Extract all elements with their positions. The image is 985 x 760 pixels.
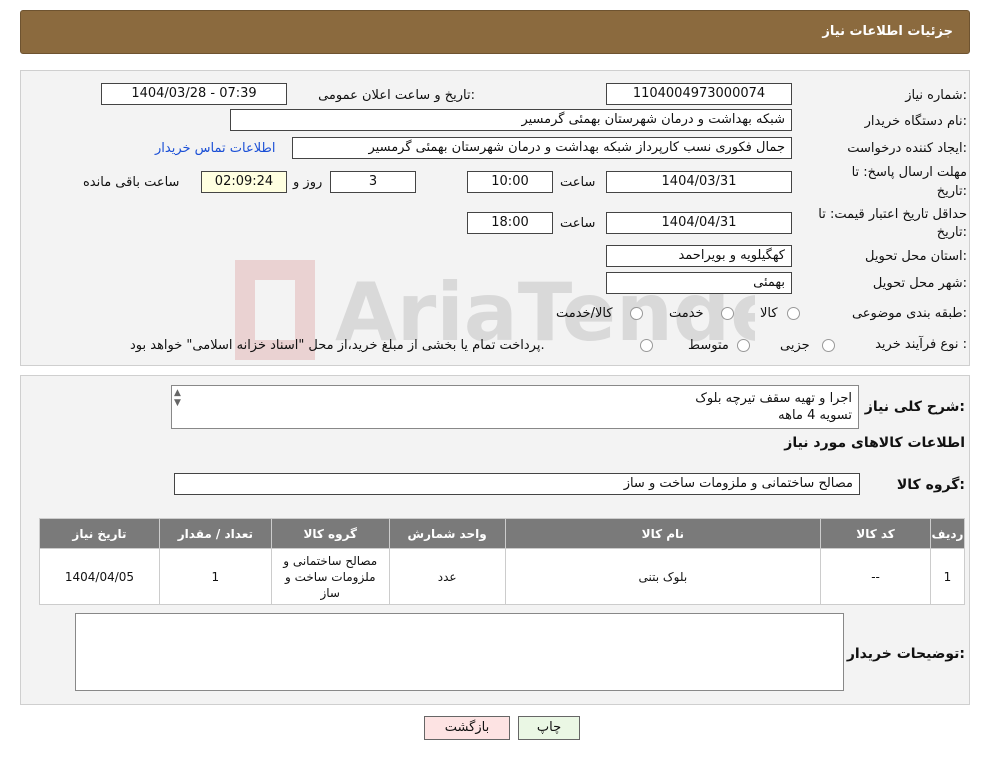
process-label: نوع فرآیند خرید : [875, 337, 967, 352]
creator-value: جمال فکوری نسب کارپرداز شبکه بهداشت و در… [292, 137, 792, 159]
category-label: طبقه بندی موضوعی: [851, 306, 967, 321]
buyer-org-value: شبکه بهداشت و درمان شهرستان بهمئی گرمسیر [230, 109, 792, 131]
category-option-goods-label: کالا [760, 306, 778, 321]
creator-label: ایجاد کننده درخواست: [847, 141, 967, 156]
buyer-notes-label: توضیحات خریدار: [846, 646, 965, 662]
treasury-checkbox[interactable] [640, 339, 653, 352]
cell-goods-group: مصالح ساختمانی و ملزومات ساخت و ساز [270, 548, 390, 605]
city-label: شهر محل تحویل: [872, 276, 967, 291]
cell-unit: عدد [388, 548, 506, 605]
cell-need-date: 1404/04/05 [39, 548, 160, 605]
scrollbar[interactable]: ▲ ▼ [174, 388, 190, 426]
process-note: پرداخت تمام یا بخشی از مبلغ خرید،از محل … [130, 338, 545, 353]
cell-row: 1 [929, 548, 966, 605]
col-goods-group: گروه کالا [270, 518, 390, 549]
process-medium-radio[interactable] [737, 339, 750, 352]
process-option-medium-label: متوسط [688, 338, 729, 353]
process-option-minor-label: جزیی [780, 338, 810, 353]
table-header-row: تاریخ نیاز تعداد / مقدار گروه کالا واحد … [39, 518, 966, 549]
description-line-2: تسویه 4 ماهه [778, 408, 852, 423]
page-title: جزئیات اطلاعات نیاز [822, 24, 953, 39]
print-button[interactable]: چاپ [518, 716, 580, 740]
announce-label: تاریخ و ساعت اعلان عمومی: [318, 88, 475, 103]
goods-section-title: اطلاعات کالاهای مورد نیاز [784, 435, 965, 451]
table-row: 1404/04/05 1 مصالح ساختمانی و ملزومات سا… [39, 548, 966, 605]
validity-time-label: ساعت [560, 216, 596, 231]
description-line-1: اجرا و تهیه سقف تیرچه بلوک [695, 391, 852, 406]
deadline-time-label: ساعت [560, 175, 596, 190]
deadline-label: مهلت ارسال پاسخ: تا [851, 165, 967, 180]
category-service-radio[interactable] [721, 307, 734, 320]
deadline-time-value: 10:00 [467, 171, 553, 193]
validity-time-value: 18:00 [467, 212, 553, 234]
col-unit: واحد شمارش [388, 518, 506, 549]
deadline-label-date: تاریخ: [936, 184, 967, 199]
cell-quantity: 1 [158, 548, 272, 605]
goods-table: تاریخ نیاز تعداد / مقدار گروه کالا واحد … [39, 518, 966, 605]
back-button[interactable]: بازگشت [424, 716, 510, 740]
days-label: روز و [293, 175, 323, 190]
category-option-both-label: کالا/خدمت [556, 306, 613, 321]
description-textarea[interactable]: اجرا و تهیه سقف تیرچه بلوک تسویه 4 ماهه … [171, 385, 859, 429]
remaining-time-value: 02:09:24 [201, 171, 287, 193]
description-label: شرح کلی نیاز: [864, 399, 965, 415]
contact-buyer-link[interactable]: اطلاعات تماس خریدار [155, 141, 275, 156]
need-number-value: 1104004973000074 [606, 83, 792, 105]
col-quantity: تعداد / مقدار [158, 518, 272, 549]
city-value: بهمئی [606, 272, 792, 294]
scroll-down-icon[interactable]: ▼ [174, 398, 190, 408]
goods-group-label: گروه کالا: [896, 477, 965, 493]
buyer-notes-textarea[interactable] [75, 613, 844, 691]
page-header: جزئیات اطلاعات نیاز [20, 10, 970, 54]
buyer-org-label: نام دستگاه خریدار: [864, 114, 967, 129]
validity-date-value: 1404/04/31 [606, 212, 792, 234]
announce-value: 1404/03/28 - 07:39 [101, 83, 287, 105]
col-goods-name: نام کالا [504, 518, 822, 549]
goods-group-value: مصالح ساختمانی و ملزومات ساخت و ساز [174, 473, 860, 495]
cell-goods-code: -- [820, 548, 931, 605]
remaining-time-label: ساعت باقی مانده [83, 175, 180, 190]
process-minor-radio[interactable] [822, 339, 835, 352]
col-goods-code: کد کالا [820, 518, 931, 549]
province-label: استان محل تحویل: [865, 249, 967, 264]
validity-label: حداقل تاریخ اعتبار قیمت: تا [818, 207, 967, 222]
deadline-date-value: 1404/03/31 [606, 171, 792, 193]
validity-label-date: تاریخ: [936, 225, 967, 240]
col-need-date: تاریخ نیاز [39, 518, 160, 549]
cell-goods-name: بلوک بتنی [504, 548, 822, 605]
col-row: ردیف [929, 518, 966, 549]
province-value: کهگیلویه و بویراحمد [606, 245, 792, 267]
scroll-up-icon[interactable]: ▲ [174, 388, 190, 398]
need-number-label: شماره نیاز: [905, 88, 967, 103]
category-goods-radio[interactable] [787, 307, 800, 320]
category-both-radio[interactable] [630, 307, 643, 320]
category-option-service-label: خدمت [669, 306, 704, 321]
days-value: 3 [330, 171, 416, 193]
